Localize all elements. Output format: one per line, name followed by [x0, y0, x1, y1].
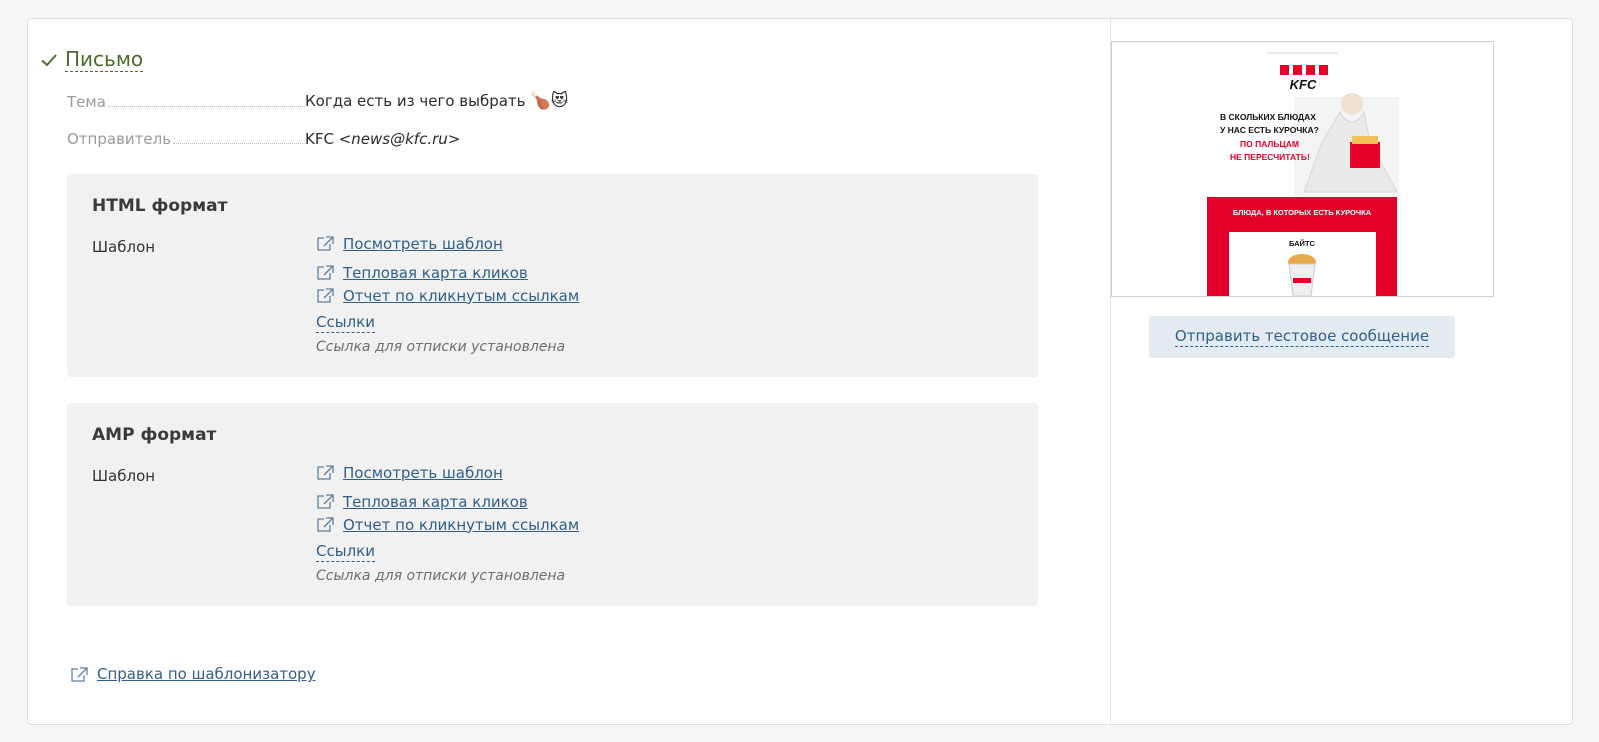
email-preview-image: KFC В СКОЛЬКИХ БЛЮДАХ У НАС ЕСТЬ КУРОЧКА…	[1112, 42, 1493, 296]
external-link-icon	[317, 265, 334, 280]
link-label[interactable]: Посмотреть шаблон	[343, 235, 503, 253]
html-unsubscribe-note: Ссылка для отписки установлена	[316, 339, 566, 355]
preview-banner-text: БЛЮДА, В КОТОРЫХ ЕСТЬ КУРОЧКА	[1233, 208, 1372, 217]
preview-item-text: БАЙТС	[1289, 239, 1315, 248]
html-click-heatmap-link[interactable]: Тепловая карта кликов	[316, 261, 579, 284]
amp-click-heatmap-link[interactable]: Тепловая карта кликов	[316, 490, 579, 513]
help-link-label[interactable]: Справка по шаблонизатору	[97, 665, 316, 683]
external-link-icon	[317, 236, 334, 251]
subject-value: Когда есть из чего выбрать 🍗😻	[305, 91, 568, 111]
preview-headline-2: У НАС ЕСТЬ КУРОЧКА?	[1220, 125, 1319, 135]
checkmark-icon	[41, 53, 57, 66]
section-header[interactable]: Письмо	[40, 47, 144, 72]
subject-emoji: 🍗😻	[529, 91, 569, 111]
amp-unsubscribe-note: Ссылка для отписки установлена	[316, 568, 566, 584]
html-clicked-links-report-link[interactable]: Отчет по кликнутым ссылкам	[316, 284, 579, 307]
amp-view-template-link[interactable]: Посмотреть шаблон	[316, 461, 579, 484]
sender-label-text: Отправитель	[67, 130, 174, 148]
template-engine-help-link[interactable]: Справка по шаблонизатору	[70, 665, 316, 683]
external-link-icon	[71, 666, 88, 682]
html-format-title: HTML формат	[92, 196, 228, 216]
leader-dots	[107, 106, 305, 107]
amp-format-panel: AMP формат Шаблон Посмотреть шаблон Тепл…	[67, 403, 1038, 606]
leader-dots	[173, 143, 305, 144]
subject-text: Когда есть из чего выбрать	[305, 92, 526, 110]
preview-headline-4: НЕ ПЕРЕСЧИТАТЬ!	[1230, 152, 1310, 162]
link-label[interactable]: Тепловая карта кликов	[343, 264, 528, 282]
preview-headline-3: ПО ПАЛЬЦАМ	[1240, 139, 1299, 149]
amp-template-links: Посмотреть шаблон Тепловая карта кликов …	[316, 461, 579, 536]
external-link-icon	[317, 465, 334, 480]
subject-row: Тема Когда есть из чего выбрать 🍗😻	[67, 87, 568, 111]
link-label[interactable]: Тепловая карта кликов	[343, 493, 528, 511]
section-title[interactable]: Письмо	[65, 47, 144, 72]
subject-label-text: Тема	[67, 93, 108, 111]
send-test-message-button[interactable]: Отправить тестовое сообщение	[1149, 316, 1455, 358]
amp-format-title: AMP формат	[92, 425, 217, 445]
html-format-panel: HTML формат Шаблон Посмотреть шаблон Теп…	[67, 174, 1038, 377]
external-link-icon	[317, 517, 334, 532]
sender-email: <news@kfc.ru>	[338, 130, 461, 148]
amp-links-toggle[interactable]: Ссылки	[316, 542, 375, 562]
sender-label: Отправитель	[67, 130, 305, 148]
link-label[interactable]: Отчет по кликнутым ссылкам	[343, 516, 579, 534]
sender-row: Отправитель KFC <news@kfc.ru>	[67, 124, 460, 148]
send-test-message-label[interactable]: Отправить тестовое сообщение	[1174, 327, 1430, 347]
html-template-links: Посмотреть шаблон Тепловая карта кликов …	[316, 232, 579, 307]
preview-headline-1: В СКОЛЬКИХ БЛЮДАХ	[1220, 112, 1316, 122]
external-link-icon	[317, 288, 334, 303]
subject-label: Тема	[67, 93, 305, 111]
kfc-logo-text: KFC	[1290, 77, 1317, 92]
email-preview-thumbnail[interactable]: KFC В СКОЛЬКИХ БЛЮДАХ У НАС ЕСТЬ КУРОЧКА…	[1111, 41, 1494, 297]
letter-card: Письмо Тема Когда есть из чего выбрать 🍗…	[27, 18, 1573, 725]
sender-value: KFC <news@kfc.ru>	[305, 130, 460, 148]
external-link-icon	[317, 494, 334, 509]
html-template-label: Шаблон	[92, 238, 156, 256]
html-links-toggle[interactable]: Ссылки	[316, 313, 375, 333]
link-label[interactable]: Посмотреть шаблон	[343, 464, 503, 482]
html-view-template-link[interactable]: Посмотреть шаблон	[316, 232, 579, 255]
amp-template-label: Шаблон	[92, 467, 156, 485]
amp-clicked-links-report-link[interactable]: Отчет по кликнутым ссылкам	[316, 513, 579, 536]
sender-name: KFC	[305, 130, 334, 148]
link-label[interactable]: Отчет по кликнутым ссылкам	[343, 287, 579, 305]
